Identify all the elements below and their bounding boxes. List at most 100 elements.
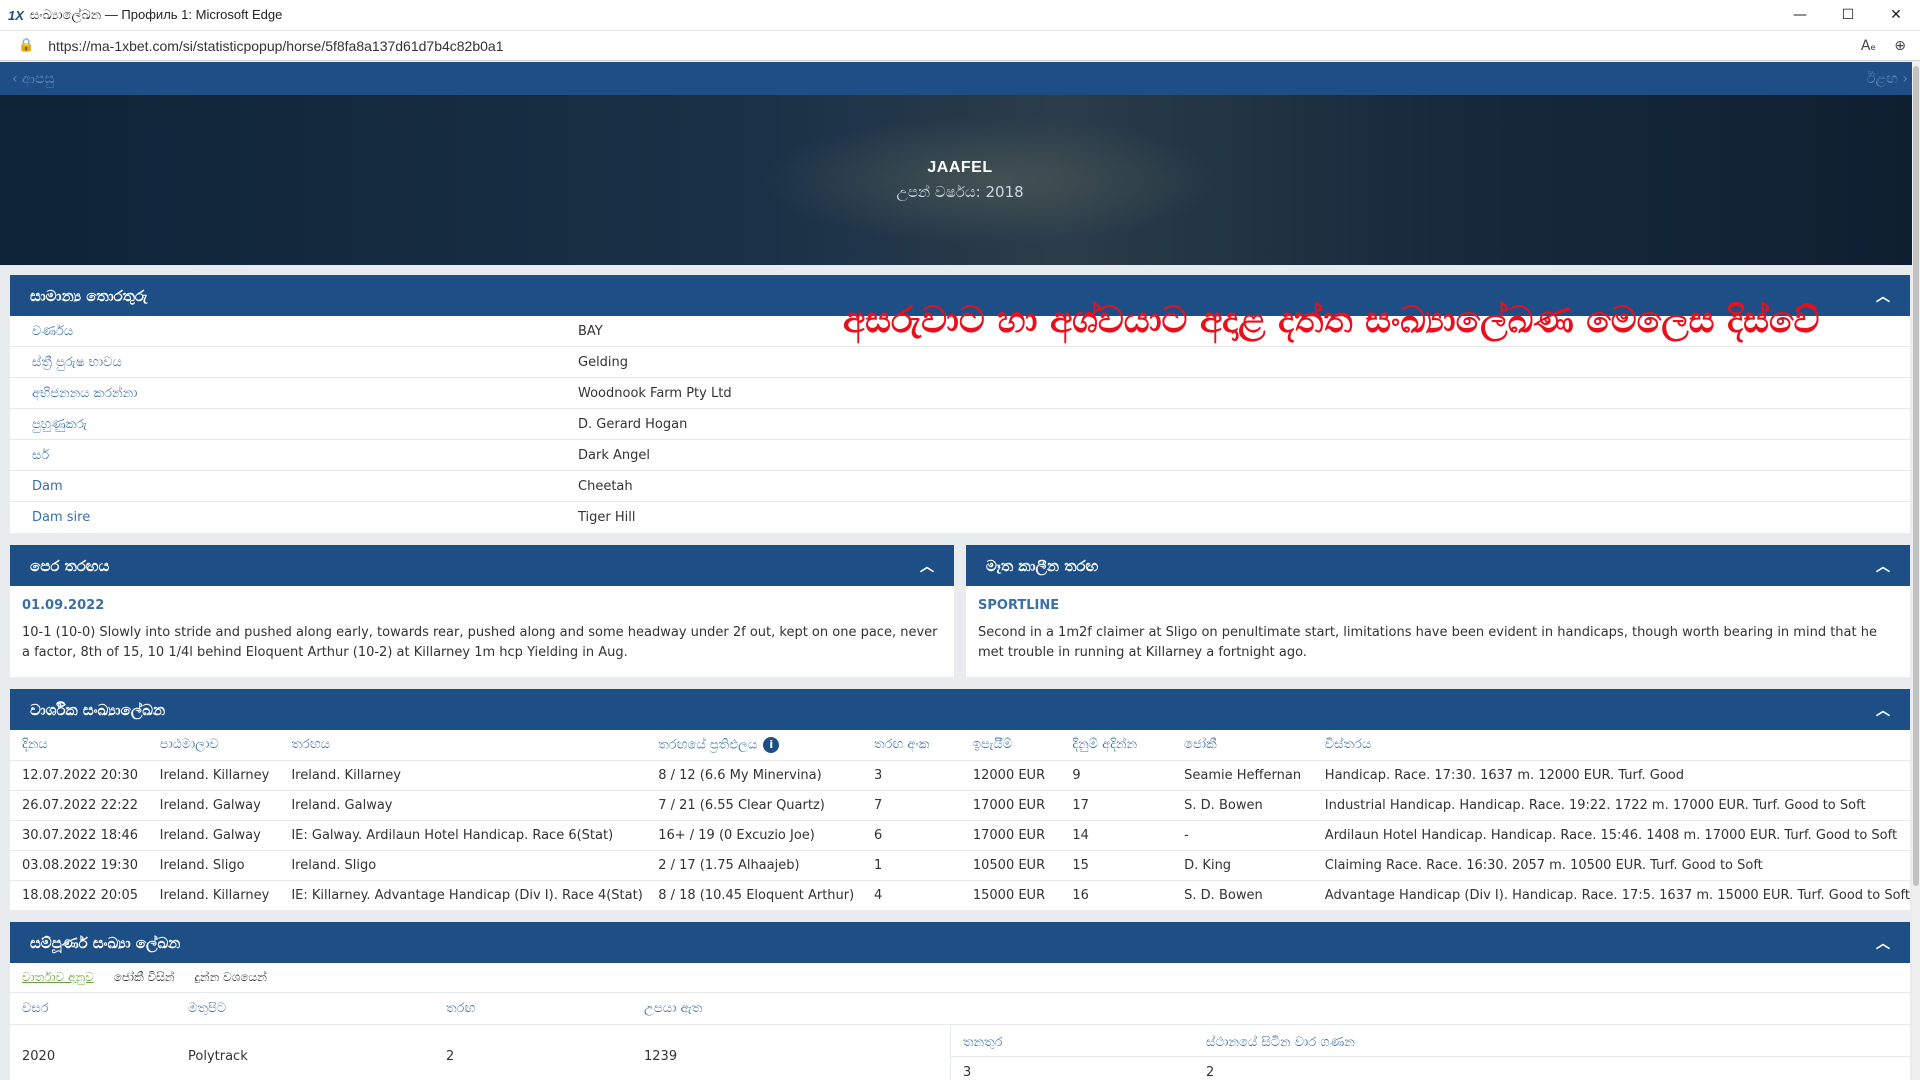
lock-icon[interactable]: 🔒: [18, 38, 34, 53]
chevron-up-icon[interactable]: ︿: [920, 556, 934, 576]
tab-by-bow[interactable]: දුන්න වශයෙන්: [195, 970, 267, 985]
table-cell: Ireland. Galway: [147, 820, 280, 851]
cell-earned: 1239: [644, 1048, 678, 1064]
close-icon[interactable]: ✕: [1872, 0, 1920, 30]
table-cell: 15000 EUR: [972, 887, 1046, 903]
col-times-placed: ස්ථානයේ සිටින වාර ගණන: [1206, 1035, 1355, 1050]
race-summary-row: පෙර තරඟය ︿ 01.09.2022 10-1 (10-0) Slowly…: [10, 545, 1910, 689]
general-info-row: සර් Dark Angel: [10, 440, 1910, 471]
url-field[interactable]: https://ma-1xbet.com/si/statisticpopup/h…: [48, 38, 503, 54]
read-aloud-icon[interactable]: Aₑ: [1861, 38, 1876, 54]
table-cell: Ireland. Killarney: [147, 760, 280, 791]
table-cell: 8 / 12 (6.6 My Minervina): [646, 760, 862, 791]
table-cell: 30.07.2022 18:46: [10, 820, 148, 851]
full-stats-panel: සම්පූර්ණ සංඛ්‍යා ලේඛන ︿ වාර්තාව අනුව ජෝක…: [10, 922, 1910, 1080]
annual-col-header-label: විස්තරය: [1324, 737, 1372, 753]
window-title: සංඛ්‍යාලේඛන — Профиль 1: Microsoft Edge: [29, 7, 283, 22]
annual-col-header: විස්තරය: [1312, 730, 1910, 761]
table-cell: 17000 EUR: [960, 790, 1061, 821]
table-row[interactable]: 03.08.2022 19:30 Ireland. Sligo Ireland. S…: [10, 850, 1910, 881]
general-info-value: Dark Angel: [578, 447, 650, 463]
full-stats-tabs: වාර්තාව අනුව ජෝකී විසින් දුන්න වශයෙන්: [10, 963, 1910, 993]
table-cell: -: [1172, 820, 1313, 851]
full-stats-header[interactable]: සම්පූර්ණ සංඛ්‍යා ලේඛන ︿: [10, 922, 1910, 963]
table-cell: 12.07.2022 20:30: [10, 760, 148, 791]
chevron-up-icon[interactable]: ︿: [1876, 556, 1890, 576]
table-row[interactable]: 26.07.2022 22:22 Ireland. Galway Ireland. …: [10, 790, 1910, 821]
general-info-key: අභිජනනය කරන්නා: [32, 385, 138, 401]
recent-races-source: SPORTLINE: [978, 598, 1060, 613]
table-cell: Industrial Handicap. Handicap. Race. 19:…: [1312, 790, 1910, 821]
table-cell: 7 / 21 (6.55 Clear Quartz): [646, 790, 862, 821]
annual-col-header: ජෝකී: [1172, 730, 1313, 761]
horse-hero-banner: JAAFEL උපන් වර්ෂය: 2018: [0, 95, 1920, 265]
table-cell: 12000 EUR: [960, 760, 1061, 791]
recent-races-panel: මෑත කාලීන තරඟ ︿ SPORTLINE Second in a 1m…: [966, 545, 1910, 677]
maximize-icon[interactable]: ☐: [1824, 0, 1872, 30]
nav-strip: ‹ ආපසු ඊළඟ ›: [0, 62, 1920, 95]
table-cell: 15: [1060, 850, 1173, 881]
table-row[interactable]: 30.07.2022 18:46 Ireland. Galway IE: Galwa…: [10, 820, 1910, 851]
table-row[interactable]: 12.07.2022 20:30 Ireland. Killarney Irelan…: [10, 760, 1910, 791]
table-cell: Ireland. Sligo: [279, 850, 647, 881]
chevron-up-icon[interactable]: ︿: [1876, 286, 1890, 306]
table-cell: 3: [861, 760, 961, 791]
table-cell: Claiming Race. Race. 16:30. 2057 m. 1050…: [1312, 850, 1910, 881]
tab-by-record[interactable]: වාර්තාව අනුව: [22, 970, 94, 985]
cell-position: 3: [963, 1064, 972, 1080]
table-cell: Ireland. Killarney: [159, 887, 270, 903]
table-cell: IE: Killarney. Advantage Handicap (Div I…: [291, 887, 643, 903]
recent-races-header[interactable]: මෑත කාලීන තරඟ ︿: [966, 545, 1910, 586]
general-info-value: BAY: [578, 323, 603, 339]
previous-race-title: පෙර තරඟය: [30, 556, 110, 575]
info-icon[interactable]: i: [763, 736, 780, 753]
annual-stats-table: දිනය පාඨමාලාව තරඟය තරඟයේ ප්‍රතිඵලය i තරඟ අංක ඉ…: [10, 730, 1910, 910]
col-earned: උපයා ඇත: [644, 1001, 703, 1016]
annual-col-header-label: දිනය: [22, 737, 48, 753]
table-cell: Ireland. Sligo: [147, 850, 280, 881]
table-cell: 7: [861, 790, 961, 821]
table-cell: 18.08.2022 20:05: [22, 887, 139, 903]
forward-link[interactable]: ඊළඟ ›: [1867, 71, 1908, 87]
table-cell: S. D. Bowen: [1172, 790, 1313, 821]
annual-col-header: දිනය: [10, 730, 148, 761]
site-favicon-icon: 1X: [8, 7, 24, 23]
general-info-rows: වර්ණය BAY ස්ත්‍රී පුරුෂ භාවය Gelding අභිජනනය…: [10, 316, 1910, 533]
zoom-icon[interactable]: ⊕: [1894, 38, 1906, 54]
chevron-up-icon[interactable]: ︿: [1876, 700, 1890, 720]
back-link[interactable]: ‹ ආපසු: [12, 71, 55, 87]
general-info-value: Tiger Hill: [578, 510, 636, 525]
table-cell: 03.08.2022 19:30: [10, 850, 148, 881]
previous-race-header[interactable]: පෙර තරඟය ︿: [10, 545, 954, 586]
scrollbar-thumb[interactable]: [1913, 66, 1919, 886]
general-info-row: Dam sire Tiger Hill: [10, 502, 1910, 533]
table-row[interactable]: 18.08.2022 20:05 Ireland. Killarney IE: Ki…: [10, 880, 1910, 910]
cell-surface: Polytrack: [188, 1048, 248, 1064]
annual-col-header: පාඨමාලාව: [147, 730, 280, 761]
chevron-up-icon[interactable]: ︿: [1876, 933, 1890, 953]
annual-col-header-label: තරඟයේ ප්‍රතිඵලය: [658, 737, 758, 753]
table-cell: 8 / 18 (10.45 Eloquent Arthur): [658, 887, 855, 903]
table-cell: Advantage Handicap (Div I). Handicap. Ra…: [1324, 887, 1910, 903]
page-scrollbar[interactable]: [1912, 62, 1920, 1080]
window-titlebar: 1X සංඛ්‍යාලේඛන — Профиль 1: Microsoft Ed…: [0, 0, 1920, 31]
overlay-annotation: අසරුවාට හා අශ්වයාට අදාළ දත්ත සංඛ්‍යාලේඛණ…: [843, 300, 1820, 341]
cell-times-placed: 2: [1206, 1064, 1215, 1080]
annual-stats-header[interactable]: වාර්ශික සංඛ්‍යාලේඛන ︿: [10, 689, 1910, 730]
annual-stats-title: වාර්ශික සංඛ්‍යාලේඛන: [30, 700, 166, 719]
table-cell: 26.07.2022 22:22: [10, 790, 148, 821]
col-position: තනතුර: [963, 1035, 1003, 1050]
col-surface: මතුපිට: [188, 1001, 227, 1016]
annual-col-header-label: ජෝකී: [1184, 737, 1217, 753]
horse-name: JAAFEL: [927, 159, 993, 176]
general-info-key: සර්: [32, 447, 50, 463]
table-cell: Ardilaun Hotel Handicap. Handicap. Race.…: [1312, 820, 1910, 851]
annual-stats-header-row: දිනය පාඨමාලාව තරඟය තරඟයේ ප්‍රතිඵලය i තරඟ අංක ඉ…: [10, 730, 1910, 761]
full-stats-columns: වසර මතුපිට තරඟ උපයා ඇත: [10, 993, 1910, 1025]
address-bar-tools: Aₑ ⊕: [1861, 38, 1920, 54]
minimize-icon[interactable]: —: [1776, 0, 1824, 30]
table-cell: Ireland. Killarney: [279, 760, 647, 791]
table-cell: 9: [1060, 760, 1173, 791]
table-cell: IE: Galway. Ardilaun Hotel Handicap. Rac…: [279, 820, 647, 851]
tab-by-jockey[interactable]: ජෝකී විසින්: [114, 970, 175, 985]
